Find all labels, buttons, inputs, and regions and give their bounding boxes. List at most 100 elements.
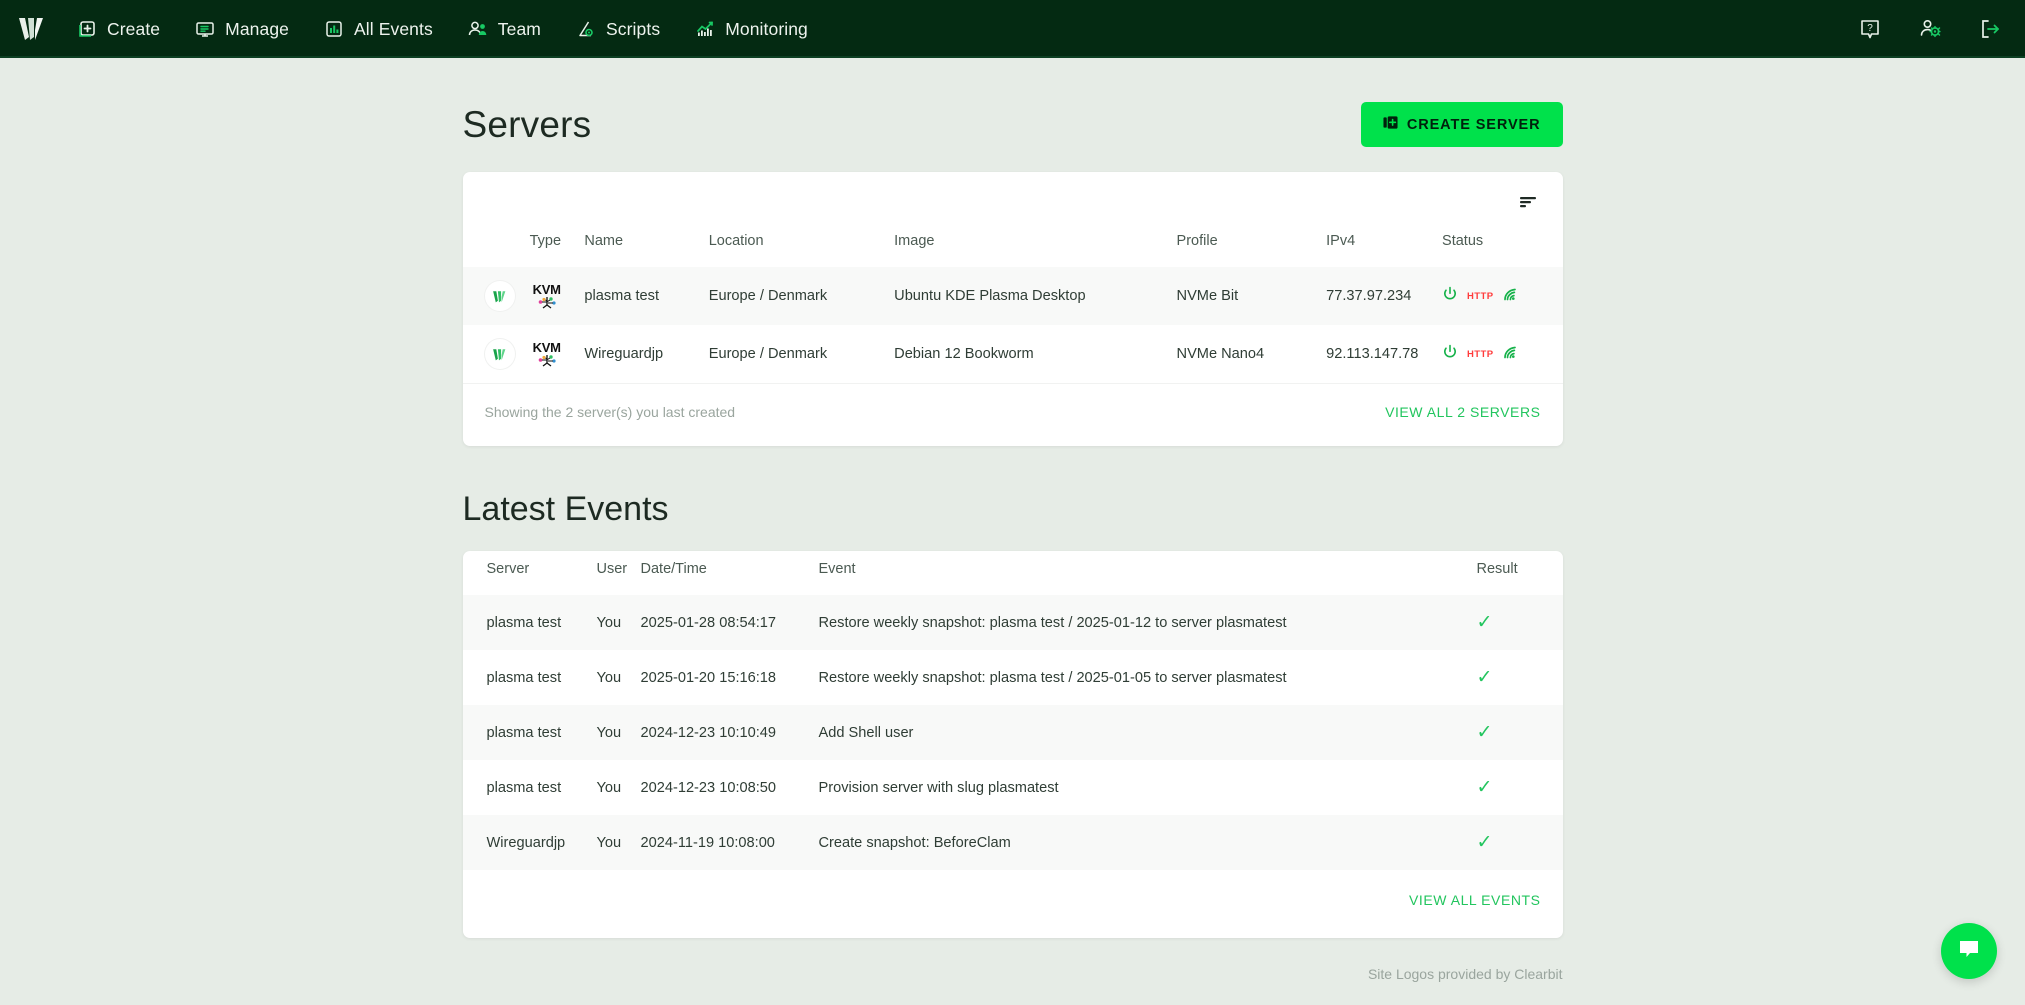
event-user-cell: You	[591, 595, 635, 650]
create-server-button[interactable]: CREATE SERVER	[1361, 102, 1563, 147]
success-check-icon: ✓	[1477, 722, 1493, 743]
nav-label-monitoring: Monitoring	[725, 19, 808, 40]
col-event-server: Server	[463, 551, 591, 595]
kvm-icon: KVM	[530, 283, 564, 309]
account-settings-icon[interactable]	[1917, 16, 1943, 42]
success-check-icon: ✓	[1477, 612, 1493, 633]
table-row[interactable]: plasma test You 2024-12-23 10:10:49 Add …	[463, 705, 1563, 760]
event-description-cell: Restore weekly snapshot: plasma test / 2…	[813, 595, 1471, 650]
servers-table-head: Type Name Location Image Profile IPv4 St…	[463, 223, 1563, 267]
server-profile-cell: NVMe Bit	[1171, 267, 1321, 325]
table-row[interactable]: Wireguardjp You 2024-11-19 10:08:00 Crea…	[463, 815, 1563, 870]
create-icon	[76, 18, 98, 40]
event-result-cell: ✓	[1471, 650, 1563, 705]
event-server-cell: plasma test	[463, 760, 591, 815]
help-icon[interactable]: ?	[1857, 16, 1883, 42]
servers-table-body: KVM plasma test Europe / Denmark Ubuntu …	[463, 267, 1563, 383]
nav-item-scripts[interactable]: Scripts	[573, 12, 662, 46]
success-check-icon: ✓	[1477, 777, 1493, 798]
servers-header: Servers CREATE SERVER	[463, 102, 1563, 147]
events-table-head: Server User Date/Time Event Result	[463, 551, 1563, 595]
table-row[interactable]: plasma test You 2025-01-28 08:54:17 Rest…	[463, 595, 1563, 650]
table-row[interactable]: plasma test You 2024-12-23 10:08:50 Prov…	[463, 760, 1563, 815]
kvm-icon: KVM	[530, 341, 564, 367]
webdock-logo[interactable]	[14, 12, 48, 46]
nav-item-manage[interactable]: Manage	[192, 12, 291, 46]
servers-table: Type Name Location Image Profile IPv4 St…	[463, 223, 1563, 383]
event-user-cell: You	[591, 650, 635, 705]
events-card: Server User Date/Time Event Result plasm…	[463, 551, 1563, 938]
view-all-events-link[interactable]: VIEW ALL EVENTS	[1409, 892, 1540, 908]
events-header-row: Server User Date/Time Event Result	[463, 551, 1563, 595]
server-image-cell: Ubuntu KDE Plasma Desktop	[888, 267, 1170, 325]
event-server-cell: Wireguardjp	[463, 815, 591, 870]
nav-item-team[interactable]: Team	[465, 12, 543, 46]
server-type-cell: KVM	[524, 267, 579, 325]
webdock-mark-icon	[485, 281, 515, 311]
latest-events-title: Latest Events	[463, 490, 1563, 529]
view-all-servers-link[interactable]: VIEW ALL 2 SERVERS	[1385, 404, 1540, 420]
top-navbar: Create Manage All Events Team Scripts	[0, 0, 2025, 58]
power-icon[interactable]	[1442, 344, 1458, 364]
server-location-cell: Europe / Denmark	[703, 325, 888, 383]
table-row[interactable]: KVM Wireguardjp Europe / Denmark Debian …	[463, 325, 1563, 383]
team-icon	[467, 18, 489, 40]
event-result-cell: ✓	[1471, 815, 1563, 870]
webdock-mark-icon	[485, 339, 515, 369]
page-title: Servers	[463, 104, 592, 146]
event-datetime-cell: 2024-11-19 10:08:00	[635, 815, 813, 870]
server-avatar-cell	[463, 325, 524, 383]
server-profile-cell: NVMe Nano4	[1171, 325, 1321, 383]
signal-icon[interactable]	[1502, 286, 1520, 306]
table-row[interactable]: KVM plasma test Europe / Denmark Ubuntu …	[463, 267, 1563, 325]
server-status-cell: HTTP	[1436, 267, 1562, 325]
events-card-footer: VIEW ALL EVENTS	[463, 870, 1563, 938]
event-datetime-cell: 2025-01-28 08:54:17	[635, 595, 813, 650]
chat-bubble-icon	[1956, 936, 1982, 967]
event-description-cell: Provision server with slug plasmatest	[813, 760, 1471, 815]
nav-item-create[interactable]: Create	[74, 12, 162, 46]
servers-count-note: Showing the 2 server(s) you last created	[485, 404, 736, 420]
chat-widget-button[interactable]	[1941, 923, 1997, 979]
event-server-cell: plasma test	[463, 650, 591, 705]
event-server-cell: plasma test	[463, 595, 591, 650]
event-datetime-cell: 2024-12-23 10:10:49	[635, 705, 813, 760]
add-server-icon	[1383, 115, 1398, 134]
nav-label-team: Team	[498, 19, 541, 40]
kvm-label: KVM	[533, 283, 561, 296]
event-server-cell: plasma test	[463, 705, 591, 760]
server-image-cell: Debian 12 Bookworm	[888, 325, 1170, 383]
manage-icon	[194, 18, 216, 40]
http-status-badge[interactable]: HTTP	[1467, 349, 1493, 360]
success-check-icon: ✓	[1477, 832, 1493, 853]
event-user-cell: You	[591, 705, 635, 760]
success-check-icon: ✓	[1477, 667, 1493, 688]
signal-icon[interactable]	[1502, 344, 1520, 364]
col-ipv4: IPv4	[1320, 223, 1436, 267]
power-icon[interactable]	[1442, 286, 1458, 306]
footer-credit: Site Logos provided by Clearbit	[463, 938, 1563, 982]
server-name-cell: Wireguardjp	[578, 325, 702, 383]
page-body: Servers CREATE SERVER Type	[0, 58, 2025, 1005]
kvm-label: KVM	[533, 341, 561, 354]
nav-label-all-events: All Events	[354, 19, 433, 40]
servers-toolbar	[463, 172, 1563, 223]
col-event-result: Result	[1471, 551, 1563, 595]
col-type: Type	[524, 223, 579, 267]
nav-item-all-events[interactable]: All Events	[321, 12, 435, 46]
nav-item-monitoring[interactable]: Monitoring	[692, 12, 810, 46]
event-description-cell: Restore weekly snapshot: plasma test / 2…	[813, 650, 1471, 705]
nav-label-manage: Manage	[225, 19, 289, 40]
http-status-badge[interactable]: HTTP	[1467, 291, 1493, 302]
sort-icon[interactable]	[1515, 190, 1541, 219]
col-image: Image	[888, 223, 1170, 267]
table-row[interactable]: plasma test You 2025-01-20 15:16:18 Rest…	[463, 650, 1563, 705]
server-avatar-cell	[463, 267, 524, 325]
col-event-description: Event	[813, 551, 1471, 595]
event-user-cell: You	[591, 760, 635, 815]
events-table: Server User Date/Time Event Result plasm…	[463, 551, 1563, 870]
col-logo	[463, 223, 524, 267]
col-name: Name	[578, 223, 702, 267]
event-user-cell: You	[591, 815, 635, 870]
logout-icon[interactable]	[1977, 16, 2003, 42]
